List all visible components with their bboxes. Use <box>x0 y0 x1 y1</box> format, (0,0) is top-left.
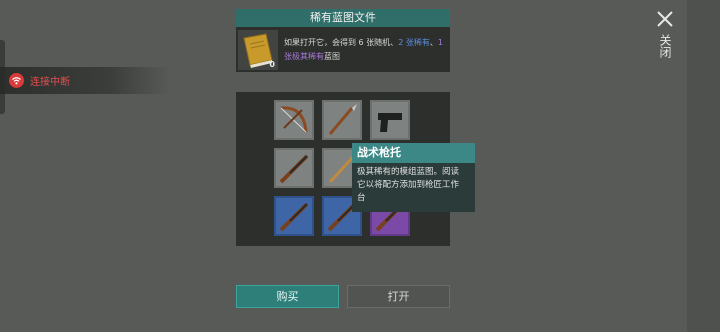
tooltip-line-3: 台 <box>357 193 366 203</box>
blueprint-slot-rare-rifle[interactable] <box>274 196 314 236</box>
right-sidebar <box>687 0 720 332</box>
info-text-part3: 蓝图 <box>324 52 340 61</box>
open-button[interactable]: 打开 <box>347 285 450 308</box>
blueprint-info: 0 如果打开它，会得到 6 张随机、2 张稀有、1 张极其稀有蓝图 <box>236 27 450 72</box>
blueprint-description: 如果打开它，会得到 6 张随机、2 张稀有、1 张极其稀有蓝图 <box>284 36 446 64</box>
close-button[interactable]: 关闭 <box>644 10 686 70</box>
bow-icon <box>280 106 308 133</box>
blueprint-slot-spear[interactable] <box>322 100 362 140</box>
close-icon <box>657 11 673 27</box>
rare-count-text: 2 张稀有 <box>398 38 430 47</box>
disconnect-label: 连接中断 <box>30 77 70 88</box>
blueprint-slot-rifle[interactable] <box>274 148 314 188</box>
spear-icon <box>328 104 357 135</box>
blueprint-book: 0 <box>238 30 278 70</box>
info-text-part1: 如果打开它，会得到 6 张随机、 <box>284 38 399 47</box>
tooltip-line-2: 它以将配方添加到枪匠工作 <box>357 180 460 190</box>
blueprint-slot-bow[interactable] <box>274 100 314 140</box>
rifle-icon <box>279 202 309 232</box>
item-count: 0 <box>269 60 275 69</box>
rifle-icon <box>279 154 309 184</box>
connection-status: 连接中断 <box>0 67 170 94</box>
info-text-part2: 、 <box>429 38 438 47</box>
tooltip-title: 战术枪托 <box>352 143 475 163</box>
tooltip-description: 极其稀有的模组蓝图。阅读 它以将配方添加到枪匠工作 台 <box>352 163 475 205</box>
close-label: 关闭 <box>658 34 672 58</box>
wifi-off-icon <box>9 73 24 88</box>
item-tooltip: 战术枪托 极其稀有的模组蓝图。阅读 它以将配方添加到枪匠工作 台 <box>352 143 475 212</box>
buy-button[interactable]: 购买 <box>236 285 339 308</box>
tooltip-line-1: 极其稀有的模组蓝图。阅读 <box>357 167 460 177</box>
blueprint-slot-pistol[interactable] <box>370 100 410 140</box>
panel-title: 稀有蓝图文件 <box>236 9 450 27</box>
pistol-icon <box>378 113 402 132</box>
